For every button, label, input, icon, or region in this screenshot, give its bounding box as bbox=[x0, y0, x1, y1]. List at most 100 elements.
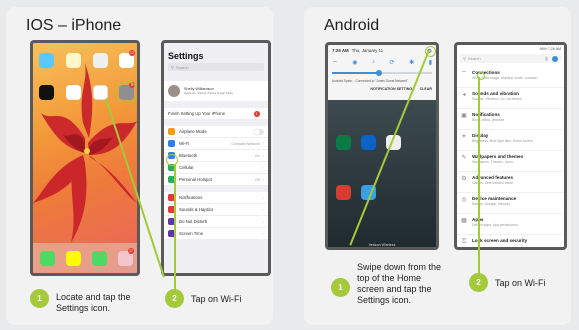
ios-settings-title: Settings bbox=[168, 51, 204, 61]
chevron-right-icon: › bbox=[262, 195, 264, 200]
android-search-bar[interactable]: ⚲ Search 🎙 bbox=[460, 54, 561, 63]
settings-row-bluetooth[interactable]: Bluetooth On › bbox=[164, 150, 268, 162]
settings-row-label: Personal Hotspot bbox=[179, 177, 212, 182]
android-search-placeholder: Search bbox=[467, 56, 481, 61]
watch-app-icon[interactable] bbox=[39, 85, 54, 100]
android-row-wallpapers[interactable]: ✎ Wallpapers and themes Wallpapers, Theme… bbox=[457, 151, 564, 172]
chevron-right-icon: › bbox=[262, 219, 264, 224]
settings-row-label: Bluetooth bbox=[179, 153, 198, 158]
finish-setup-row[interactable]: Finish Setting Up Your iPhone 1 › bbox=[164, 108, 268, 120]
settings-row-hotspot[interactable]: Personal Hotspot Off › bbox=[164, 174, 268, 186]
home-badge: 12 bbox=[129, 50, 135, 56]
ios-step2-leader bbox=[174, 164, 176, 290]
shade-time: 7:25 AM bbox=[332, 48, 349, 53]
android-row-maintenance[interactable]: ◎ Device maintenance Battery, Storage, Me… bbox=[457, 193, 564, 214]
settings-row-cellular[interactable]: Cellular › bbox=[164, 162, 268, 174]
android-status-bar: 96% 7:26 AM bbox=[539, 47, 561, 51]
maps-app-icon[interactable] bbox=[39, 53, 54, 68]
android-row-notifications[interactable]: ▣ Notifications Block, allow, prioritize bbox=[457, 109, 564, 130]
android-row-advanced[interactable]: ⚙ Advanced features Games, One-handed mod… bbox=[457, 172, 564, 193]
flashlight-toggle-icon[interactable]: ▮ bbox=[429, 59, 432, 67]
carrier-label: Verizon Wireless bbox=[368, 243, 396, 247]
brush-icon: ✎ bbox=[461, 155, 467, 161]
gear-plus-icon: ⚙ bbox=[461, 176, 467, 182]
ios-search-field[interactable]: ⚲ Search bbox=[168, 63, 264, 71]
step-number: 2 bbox=[469, 273, 488, 292]
step-text: Tap on Wi-Fi bbox=[495, 278, 546, 288]
wifi-highlight-ring bbox=[166, 154, 178, 166]
mic-icon[interactable]: 🎙 bbox=[544, 56, 549, 61]
settings-highlight-ring bbox=[115, 81, 137, 104]
sound-toggle-icon[interactable]: ♪ bbox=[372, 59, 375, 67]
ios-step-2: 2 Tap on Wi-Fi bbox=[165, 289, 242, 308]
settings-row-label: Do Not Disturb bbox=[179, 219, 208, 224]
android-step2-leader bbox=[478, 77, 480, 273]
settings-row-label: Cellular bbox=[179, 165, 194, 170]
step-text: Tap on Wi-Fi bbox=[191, 294, 242, 304]
location-toggle-icon[interactable]: ◉ bbox=[352, 59, 357, 67]
settings-row-airplane[interactable]: Airplane Mode bbox=[164, 126, 268, 138]
row-title: Notifications bbox=[472, 112, 500, 117]
settings-row-notifications[interactable]: Notifications › bbox=[164, 192, 268, 204]
shade-date: Thu, January 11 bbox=[351, 48, 384, 53]
apps-grid-icon: ▦ bbox=[461, 218, 467, 224]
wifi-icon bbox=[168, 140, 175, 147]
chevron-right-icon: › bbox=[262, 177, 264, 182]
row-title: Display bbox=[472, 133, 489, 138]
airplane-toggle[interactable] bbox=[254, 128, 264, 135]
settings-row-wifi[interactable]: Wi-Fi Comcast Network › bbox=[164, 138, 268, 150]
speaker-icon: ◂ bbox=[462, 92, 466, 98]
android-row-sounds[interactable]: ◂ Sounds and vibration Sounds, Vibration,… bbox=[457, 88, 564, 109]
dock-badge: 17 bbox=[128, 248, 134, 254]
ios-panel-title: IOS – iPhone bbox=[26, 17, 122, 34]
android-row-lock-screen[interactable]: ⚿ Lock screen and security bbox=[457, 235, 564, 247]
ios-profile-row[interactable]: Shelly Williamson Apple ID, iCloud, iTun… bbox=[164, 81, 268, 101]
settings-row-screen-time[interactable]: Screen Time › bbox=[164, 228, 268, 240]
step-number: 1 bbox=[331, 278, 350, 297]
lock-icon: ⚿ bbox=[461, 239, 467, 245]
step-text: Locate and tap the Settings icon. bbox=[56, 292, 131, 313]
snapchat-app-icon[interactable] bbox=[66, 251, 81, 266]
finish-setup-label: Finish Setting Up Your iPhone bbox=[168, 111, 226, 116]
search-icon: ⚲ bbox=[171, 64, 174, 70]
step-number: 2 bbox=[165, 289, 184, 308]
row-sub: Block, allow, prioritize bbox=[472, 118, 505, 122]
wifi-toggle-icon[interactable]: ⌔ bbox=[332, 59, 338, 67]
settings-row-label: Sounds & Haptics bbox=[179, 207, 214, 212]
android-settings-screen: 96% 7:26 AM ⚲ Search 🎙 ⌔ Connections Wi-F… bbox=[454, 42, 567, 250]
clear-button[interactable]: CLEAR bbox=[420, 87, 432, 91]
settings-row-value: On bbox=[254, 153, 260, 158]
row-sub: Brightness, Blue light filter, Home scre… bbox=[472, 139, 534, 143]
outlook-app-icon[interactable] bbox=[361, 135, 376, 150]
android-row-display[interactable]: ☀ Display Brightness, Blue light filter, … bbox=[457, 130, 564, 151]
android-home-bg: Verizon Wireless bbox=[328, 100, 436, 247]
step-text: Swipe down from the top of the Home scre… bbox=[357, 262, 442, 305]
account-icon[interactable] bbox=[552, 55, 558, 62]
settings-row-dnd[interactable]: Do Not Disturb › bbox=[164, 216, 268, 228]
android-row-connections[interactable]: ⌔ Connections Wi-Fi, Data usage, Airplane… bbox=[457, 67, 564, 88]
settings-row-sounds[interactable]: Sounds & Haptics › bbox=[164, 204, 268, 216]
connections-icon: ⌔ bbox=[461, 71, 467, 77]
starbucks-app-icon[interactable] bbox=[336, 135, 351, 150]
android-row-apps[interactable]: ▦ AppsDefault apps, App permissions bbox=[457, 214, 564, 235]
android-step-1: 1 Swipe down from the top of the Home sc… bbox=[331, 262, 449, 306]
notes-app-icon[interactable] bbox=[66, 53, 81, 68]
bluetooth-toggle-icon[interactable]: ✱ bbox=[409, 59, 414, 67]
red-app-icon[interactable] bbox=[336, 185, 351, 200]
search-icon: ⚲ bbox=[463, 56, 466, 61]
settings-row-label: Airplane Mode bbox=[179, 129, 207, 134]
android-panel-title: Android bbox=[324, 17, 380, 34]
ios-panel: IOS – iPhone 12 5 17 Settings ⚲ Search S… bbox=[6, 7, 273, 325]
phone-app-icon[interactable] bbox=[40, 251, 55, 266]
brightness-slider[interactable] bbox=[332, 70, 432, 76]
rotate-toggle-icon[interactable]: ⟳ bbox=[390, 59, 395, 67]
chevron-right-icon: › bbox=[262, 111, 264, 116]
notification-settings-button[interactable]: NOTIFICATION SETTINGS bbox=[370, 87, 414, 91]
settings-row-label: Wi-Fi bbox=[179, 141, 190, 146]
files-app-icon[interactable] bbox=[93, 53, 108, 68]
settings-row-label: Screen Time bbox=[179, 231, 204, 236]
display-icon: ☀ bbox=[461, 134, 467, 140]
avatar bbox=[168, 85, 180, 97]
photos-app-icon[interactable] bbox=[66, 85, 81, 100]
messages-app-icon[interactable] bbox=[92, 251, 107, 266]
